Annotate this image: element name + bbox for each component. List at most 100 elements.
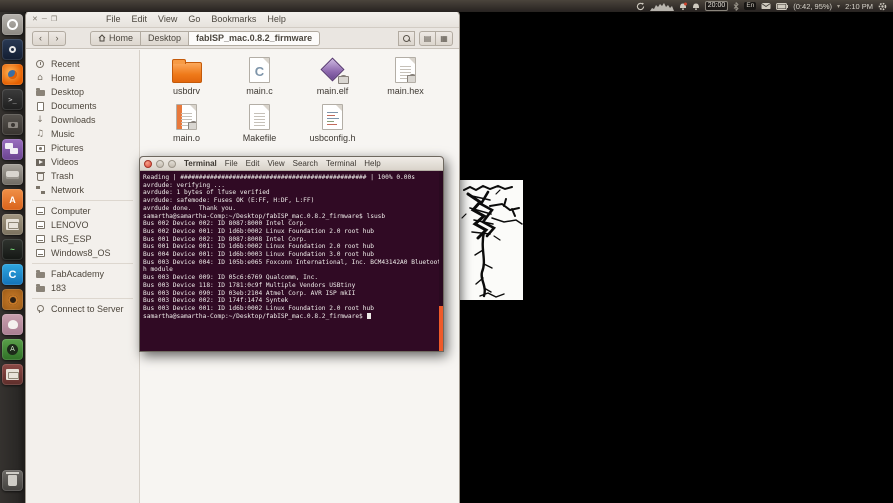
breadcrumb-home[interactable]: Home [90, 30, 142, 46]
top-panel: 20:00 En (0:42, 95%) ▾ 2:10 PM [0, 0, 893, 12]
term-menu-edit[interactable]: Edit [246, 159, 260, 168]
sidebar-item-fabacademy[interactable]: FabAcademy [26, 267, 139, 281]
close-icon[interactable]: ✕ [32, 15, 38, 24]
firefox-icon[interactable] [2, 64, 23, 85]
term-menu-search[interactable]: Search [293, 159, 318, 168]
text-file-icon [395, 57, 416, 83]
mail-icon[interactable] [761, 2, 771, 10]
close-icon[interactable] [144, 159, 152, 168]
team-fortress-2-icon[interactable] [2, 289, 23, 310]
sidebar-item-lrs-esp[interactable]: LRS_ESP [26, 232, 139, 246]
sidebar-item-documents[interactable]: Documents [26, 99, 139, 113]
alarm-bell-icon[interactable] [692, 2, 700, 11]
sheep-icon [7, 320, 18, 329]
gear-icon[interactable] [878, 2, 887, 11]
terminal-line: avrdude: safemode: Fuses OK (E:FF, H:DF,… [143, 197, 315, 205]
sidebar-item-computer[interactable]: Computer [26, 204, 139, 218]
menu-go[interactable]: Go [188, 14, 200, 24]
tf2-emblem-icon [7, 294, 18, 305]
keyboard-layout-indicator[interactable]: En [744, 2, 757, 10]
disk-utility-icon[interactable] [2, 164, 23, 185]
system-monitor-icon[interactable]: ~ [2, 239, 23, 260]
terminal-output[interactable]: Reading | ##############################… [140, 171, 443, 351]
drawer-icon [6, 219, 19, 230]
terminal-titlebar[interactable]: Terminal File Edit View Search Terminal … [140, 157, 443, 171]
battery-status-text[interactable]: (0:42, 95%) [793, 2, 832, 11]
pink-app-icon[interactable] [2, 314, 23, 335]
terminal-scrollbar[interactable] [439, 171, 443, 351]
sidebar-item-lenovo[interactable]: LENOVO [26, 218, 139, 232]
list-view-button[interactable]: ▤ [419, 30, 436, 46]
file-main-o[interactable]: main.o [150, 103, 223, 150]
breadcrumb-current[interactable]: fabISP_mac.0.8.2_firmware [189, 30, 321, 46]
system-load-graph[interactable] [649, 2, 674, 11]
bluetooth-icon[interactable] [733, 1, 739, 11]
grid-view-button[interactable]: ▦ [436, 30, 453, 46]
file-grid: usbdrv C main.c main.elf main.hex main.o… [150, 56, 459, 150]
terminal-line: avrdude: verifying ... [143, 181, 225, 189]
breadcrumb-desktop[interactable]: Desktop [141, 30, 190, 46]
terminal-cursor[interactable] [366, 312, 371, 319]
terminal-line: Bus 003 Device 001: ID 1d6b:0002 Linux F… [143, 304, 374, 312]
menu-edit[interactable]: Edit [132, 14, 148, 24]
steam-icon[interactable] [2, 39, 23, 60]
file-makefile[interactable]: Makefile [223, 103, 296, 150]
term-menu-view[interactable]: View [267, 159, 284, 168]
maximize-icon[interactable] [168, 159, 176, 168]
sidebar-item-videos[interactable]: Videos [26, 155, 139, 169]
timer-indicator[interactable]: 20:00 [704, 1, 729, 11]
menu-view[interactable]: View [158, 14, 177, 24]
sync-icon[interactable] [636, 2, 645, 11]
terminal-launcher-icon[interactable]: >_ [2, 89, 23, 110]
sidebar-item-183[interactable]: 183 [26, 281, 139, 295]
forward-button[interactable]: › [49, 30, 66, 46]
maximize-icon[interactable]: ❐ [51, 15, 57, 24]
sidebar-item-desktop[interactable]: Desktop [26, 85, 139, 99]
sidebar-item-home[interactable]: ⌂ Home [26, 71, 139, 85]
lock-emblem-icon [188, 121, 196, 129]
folder-icon [35, 284, 45, 292]
battery-icon[interactable] [776, 2, 789, 10]
sidebar-item-windows8-os[interactable]: Windows8_OS [26, 246, 139, 260]
search-button[interactable] [398, 30, 415, 46]
terminal-line: Bus 001 Device 001: ID 1d6b:0002 Linux F… [143, 243, 374, 251]
file-main-c[interactable]: C main.c [223, 56, 296, 103]
file-main-hex[interactable]: main.hex [369, 56, 442, 103]
sidebar-item-music[interactable]: ♫ Music [26, 127, 139, 141]
sidebar-item-trash[interactable]: Trash [26, 169, 139, 183]
file-manager-titlebar[interactable]: ✕ ─ ❐ File Edit View Go Bookmarks Help [26, 11, 459, 28]
file-usbconfig-h[interactable]: usbconfig.h [296, 103, 369, 150]
sidebar-item-connect-to-server[interactable]: Connect to Server [26, 302, 139, 316]
term-menu-help[interactable]: Help [364, 159, 380, 168]
sidebar-item-recent[interactable]: Recent [26, 57, 139, 71]
file-main-elf[interactable]: main.elf [296, 56, 369, 103]
screenshot-tool-icon[interactable] [2, 114, 23, 135]
file-usbdrv[interactable]: usbdrv [150, 56, 223, 103]
file-cabinet-icon[interactable] [2, 214, 23, 235]
menu-bookmarks[interactable]: Bookmarks [211, 14, 256, 24]
desktop: 20:00 En (0:42, 95%) ▾ 2:10 PM >_ A ~ C … [0, 0, 893, 503]
ubuntu-software-center-icon[interactable]: A [2, 189, 23, 210]
minimize-icon[interactable]: ─ [42, 15, 47, 24]
minimize-icon[interactable] [156, 159, 164, 168]
c-app-icon[interactable]: C [2, 264, 23, 285]
purple-app-icon[interactable] [2, 139, 23, 160]
scrollbar-thumb[interactable] [439, 306, 443, 351]
sidebar-item-pictures[interactable]: Pictures [26, 141, 139, 155]
term-menu-file[interactable]: File [225, 159, 238, 168]
disk-icon [35, 235, 45, 243]
trash-launcher-icon[interactable] [2, 470, 23, 491]
term-menu-terminal[interactable]: Terminal [326, 159, 356, 168]
green-a-app-icon[interactable]: A [2, 339, 23, 360]
menu-file[interactable]: File [106, 14, 121, 24]
back-button[interactable]: ‹ [32, 30, 49, 46]
maroon-cabinet-icon[interactable] [2, 364, 23, 385]
notification-bell-icon[interactable] [679, 2, 687, 11]
clock-text[interactable]: 2:10 PM [845, 2, 873, 11]
desktop-image-scratch-logo[interactable] [460, 180, 523, 300]
sidebar-item-network[interactable]: Network [26, 183, 139, 197]
firefox-globe-icon [8, 70, 17, 79]
ubuntu-dash-icon[interactable] [2, 14, 23, 35]
sidebar-item-downloads[interactable]: ↓ Downloads [26, 113, 139, 127]
menu-help[interactable]: Help [267, 14, 286, 24]
